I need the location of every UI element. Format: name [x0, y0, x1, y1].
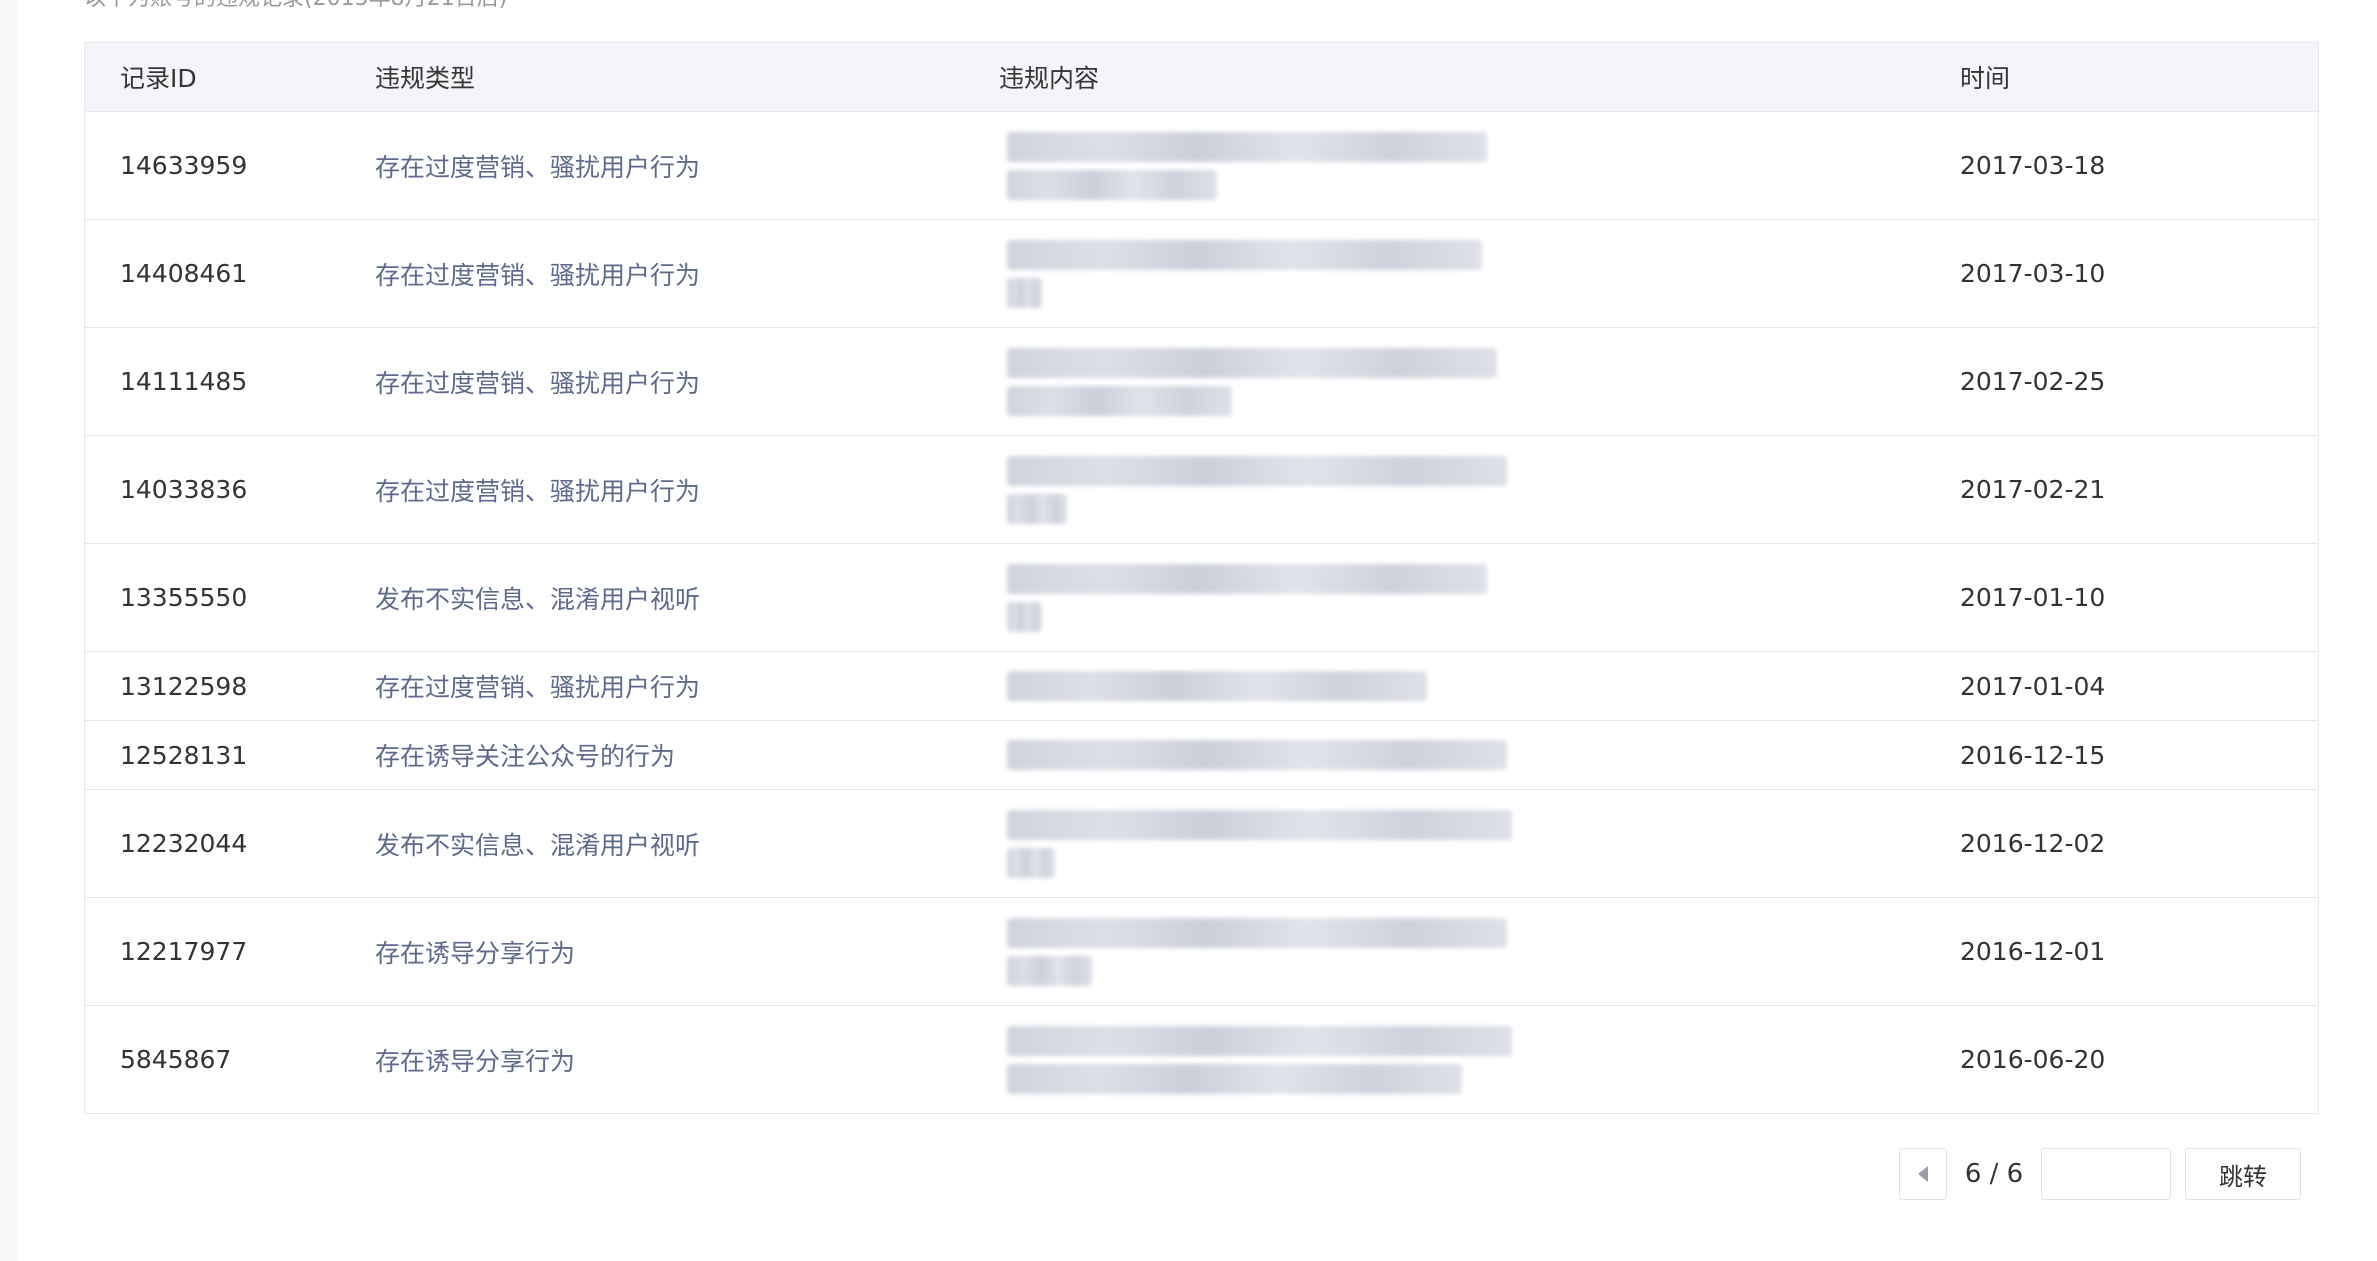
record-id: 14111485 — [120, 367, 248, 396]
record-id: 14408461 — [120, 259, 248, 288]
page-indicator: 6 / 6 — [1964, 1159, 2024, 1189]
record-time: 2017-02-21 — [1960, 475, 2106, 504]
header-record-id: 记录ID — [120, 64, 197, 93]
record-id: 12528131 — [120, 740, 248, 770]
header-violation-content: 违规内容 — [999, 64, 1100, 93]
record-time: 2017-01-04 — [1960, 671, 2106, 701]
record-time: 2017-01-10 — [1960, 583, 2106, 612]
table-row: 14033836 存在过度营销、骚扰用户行为 2017-02-21 — [85, 436, 2318, 544]
record-id: 5845867 — [120, 1045, 232, 1074]
page-jump-input[interactable] — [2041, 1148, 2171, 1200]
record-id: 12232044 — [120, 829, 248, 858]
violation-content-blurred — [985, 238, 1960, 310]
violation-type: 发布不实信息、混淆用户视听 — [375, 584, 701, 614]
violation-type: 存在过度营销、骚扰用户行为 — [375, 673, 701, 702]
violation-content-blurred — [985, 738, 1960, 772]
table-row: 12528131 存在诱导关注公众号的行为 2016-12-15 — [85, 721, 2318, 790]
caret-left-icon — [1918, 1166, 1928, 1182]
jump-button[interactable]: 跳转 — [2185, 1148, 2301, 1200]
records-note: 以下为账号的违规记录(2015年8月21日后) — [84, 0, 507, 12]
record-time: 2016-06-20 — [1960, 1045, 2106, 1074]
record-id: 12217977 — [120, 937, 248, 966]
header-violation-type: 违规类型 — [375, 64, 476, 93]
table-row: 12232044 发布不实信息、混淆用户视听 2016-12-02 — [85, 790, 2318, 898]
violation-content-blurred — [985, 454, 1960, 526]
prev-page-button[interactable] — [1899, 1148, 1947, 1200]
violation-type: 存在诱导分享行为 — [375, 1046, 576, 1076]
violation-content-blurred — [985, 916, 1960, 988]
violation-table: 记录ID 违规类型 违规内容 时间 14633959 存在过度营销、骚扰用户行为… — [84, 42, 2319, 1114]
table-row: 13122598 存在过度营销、骚扰用户行为 2017-01-04 — [85, 652, 2318, 721]
header-time: 时间 — [1960, 64, 2011, 93]
violation-content-blurred — [985, 346, 1960, 418]
record-id: 13355550 — [120, 583, 248, 612]
record-time: 2017-03-10 — [1960, 259, 2106, 288]
violation-content-blurred — [985, 562, 1960, 634]
violation-type: 存在诱导分享行为 — [375, 938, 576, 968]
violation-type: 存在过度营销、骚扰用户行为 — [375, 260, 701, 290]
violation-content-blurred — [985, 669, 1960, 703]
table-header: 记录ID 违规类型 违规内容 时间 — [85, 43, 2318, 112]
violation-content-blurred — [985, 808, 1960, 880]
table-row: 14408461 存在过度营销、骚扰用户行为 2017-03-10 — [85, 220, 2318, 328]
violation-content-blurred — [985, 130, 1960, 202]
table-row: 5845867 存在诱导分享行为 2016-06-20 — [85, 1006, 2318, 1113]
violation-type: 存在诱导关注公众号的行为 — [375, 742, 676, 771]
record-id: 14633959 — [120, 151, 248, 180]
pagination: 6 / 6 跳转 — [1899, 1148, 2301, 1200]
record-id: 13122598 — [120, 671, 248, 701]
record-time: 2016-12-01 — [1960, 937, 2106, 966]
violation-type: 存在过度营销、骚扰用户行为 — [375, 152, 701, 182]
record-time: 2017-03-18 — [1960, 151, 2106, 180]
record-time: 2016-12-15 — [1960, 740, 2106, 770]
table-row: 12217977 存在诱导分享行为 2016-12-01 — [85, 898, 2318, 1006]
record-id: 14033836 — [120, 475, 248, 504]
table-row: 13355550 发布不实信息、混淆用户视听 2017-01-10 — [85, 544, 2318, 652]
table-row: 14111485 存在过度营销、骚扰用户行为 2017-02-25 — [85, 328, 2318, 436]
violation-type: 发布不实信息、混淆用户视听 — [375, 830, 701, 860]
violation-type: 存在过度营销、骚扰用户行为 — [375, 476, 701, 506]
violation-type: 存在过度营销、骚扰用户行为 — [375, 368, 701, 398]
record-time: 2016-12-02 — [1960, 829, 2106, 858]
table-row: 14633959 存在过度营销、骚扰用户行为 2017-03-18 — [85, 112, 2318, 220]
violation-content-blurred — [985, 1024, 1960, 1096]
violation-records-panel: 以下为账号的违规记录(2015年8月21日后) 记录ID 违规类型 违规内容 时… — [17, 0, 2377, 1261]
record-time: 2017-02-25 — [1960, 367, 2106, 396]
